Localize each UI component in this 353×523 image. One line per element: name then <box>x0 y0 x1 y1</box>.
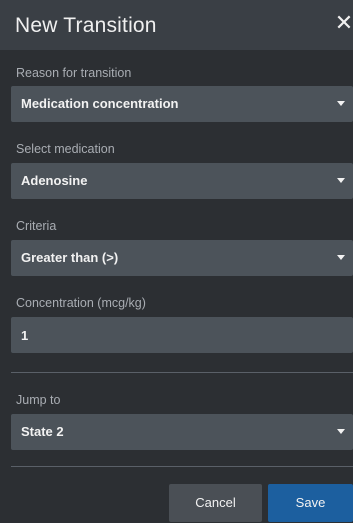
jump-to-select-value: State 2 <box>21 424 64 439</box>
section-divider <box>11 372 353 373</box>
reason-select-value: Medication concentration <box>21 96 179 111</box>
concentration-label: Concentration (mcg/kg) <box>16 296 146 310</box>
reason-label: Reason for transition <box>16 66 132 80</box>
jump-to-select[interactable]: State 2 <box>11 414 353 450</box>
new-transition-dialog: New Transition ✕ Reason for transition M… <box>0 0 353 523</box>
chevron-down-icon <box>337 178 345 183</box>
footer-divider <box>11 466 353 467</box>
dialog-title: New Transition <box>15 14 157 37</box>
chevron-down-icon <box>337 255 345 260</box>
criteria-label: Criteria <box>16 219 57 233</box>
dialog-header: New Transition ✕ <box>0 0 353 50</box>
chevron-down-icon <box>337 101 345 106</box>
medication-select[interactable]: Adenosine <box>11 163 353 199</box>
jump-to-label: Jump to <box>16 393 61 407</box>
medication-select-value: Adenosine <box>21 173 88 188</box>
save-button[interactable]: Save <box>268 484 353 522</box>
cancel-button[interactable]: Cancel <box>169 484 262 522</box>
chevron-down-icon <box>337 429 345 434</box>
reason-select[interactable]: Medication concentration <box>11 86 353 122</box>
dialog-footer: Cancel Save <box>0 475 353 523</box>
close-icon[interactable]: ✕ <box>334 11 353 35</box>
criteria-select-value: Greater than (>) <box>21 250 119 265</box>
medication-label: Select medication <box>16 142 115 156</box>
concentration-input[interactable] <box>11 317 351 353</box>
criteria-select[interactable]: Greater than (>) <box>11 240 353 276</box>
concentration-field[interactable] <box>11 317 353 353</box>
